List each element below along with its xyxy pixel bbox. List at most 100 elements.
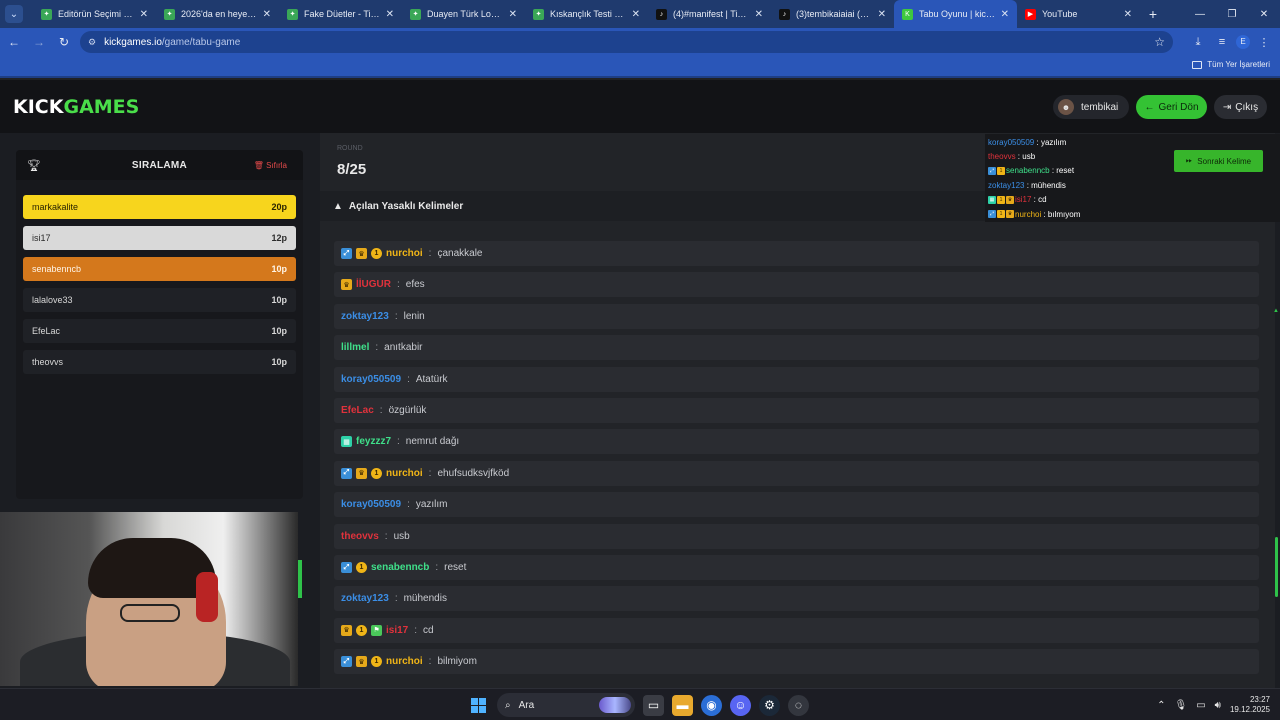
chat-text: çanakkale [437, 248, 483, 259]
chat-username[interactable]: zoktay123 [341, 593, 389, 604]
address-bar[interactable]: ⚙ kickgames.io/game/tabu-game ☆ [80, 31, 1173, 53]
overlay-separator: : [1034, 137, 1041, 147]
chat-separator: : [407, 373, 410, 385]
tab-title: 2026'da en heyecanlı [181, 9, 258, 19]
clock[interactable]: 23:27 19.12.2025 [1230, 695, 1270, 715]
app-icon[interactable]: ◌ [788, 694, 809, 716]
tab-close-icon[interactable]: ✕ [1124, 9, 1132, 20]
task-view-icon[interactable]: ▭ [643, 694, 664, 716]
chat-text: nemrut dağı [405, 436, 460, 448]
tab-close-icon[interactable]: ✕ [755, 9, 763, 20]
file-explorer-icon[interactable]: ▬ [672, 694, 693, 716]
player-points: 10p [271, 295, 287, 305]
chat-separator: : [394, 593, 398, 605]
kickgames-logo[interactable]: KICKGAMES [13, 96, 139, 118]
chat-username[interactable]: koray050509 [341, 374, 401, 385]
warning-icon: ▲ [333, 200, 343, 212]
minimize-icon[interactable]: — [1184, 9, 1216, 20]
verified-icon: ⤢ [341, 656, 352, 668]
menu-icon[interactable]: ⋮ [1254, 36, 1274, 49]
chat-message: ♛ İİUGUR: efes [334, 272, 1259, 298]
discord-icon[interactable]: ☺ [730, 694, 751, 716]
media-icon[interactable]: ≡ [1212, 36, 1232, 48]
display-icon[interactable]: ▭ [1196, 700, 1205, 711]
tab-close-icon[interactable]: ✕ [140, 9, 148, 20]
chrome-icon[interactable]: ◉ [701, 694, 722, 716]
overlay-separator: : [1049, 166, 1057, 176]
tab-close-icon[interactable]: ✕ [878, 9, 886, 20]
chat-username[interactable]: nurchoi [386, 248, 423, 259]
scrollbar-thumb[interactable] [1275, 537, 1278, 597]
chat-username[interactable]: theovvs [341, 531, 379, 542]
username: tembikai [1081, 101, 1119, 113]
tab-favicon-icon: K [902, 8, 913, 20]
chat-username[interactable]: lillmel [341, 342, 369, 353]
bookmark-star-icon[interactable]: ☆ [1154, 35, 1165, 49]
microphone-icon[interactable]: 🎙︎ [1174, 700, 1187, 711]
chat-username[interactable]: nurchoi [386, 656, 423, 667]
restore-icon[interactable]: ❐ [1216, 9, 1248, 20]
volume-icon[interactable]: 🔊︎ [1215, 700, 1221, 711]
chat-message: lillmel: anıtkabir [334, 335, 1259, 361]
browser-tab[interactable]: K Tabu Oyunu | kickgam ✕ [894, 0, 1017, 28]
player-name: isi17 [32, 233, 51, 243]
download-icon[interactable]: ⤓ [1188, 36, 1208, 49]
new-tab-icon[interactable]: + [1140, 6, 1166, 22]
browser-tab[interactable]: ▶ YouTube ✕ [1017, 0, 1140, 28]
leaderboard-row: lalalove33 10p [23, 288, 296, 312]
crown-badge-icon: ♛ [341, 279, 352, 291]
tab-favicon-icon: ✦ [41, 8, 52, 20]
browser-tab[interactable]: ♪ (4)#manifest | TikTok ✕ [648, 0, 771, 28]
coin-badge-icon: 1 [997, 210, 1005, 218]
chat-username[interactable]: İİUGUR [356, 279, 391, 290]
all-bookmarks-button[interactable]: Tüm Yer İşaretleri [1192, 60, 1270, 69]
chat-separator: : [407, 499, 410, 511]
player-points: 20p [271, 202, 287, 212]
tab-close-icon[interactable]: ✕ [263, 9, 271, 20]
chat-message: ⤢ 1 senabenncb: reset [334, 555, 1259, 580]
next-word-button[interactable]: ⏩︎ Sonraki Kelime [1174, 150, 1263, 172]
reset-button[interactable]: 🗑︎ Sıfırla [254, 161, 287, 170]
tab-close-icon[interactable]: ✕ [509, 9, 517, 20]
chat-message: ♛ 1 ⚑ isi17: cd [334, 617, 1259, 643]
tab-favicon-icon: ✦ [287, 8, 298, 20]
browser-toolbar: ← → ↻ ⚙ kickgames.io/game/tabu-game ☆ ⤓ … [0, 28, 1280, 56]
chat-separator: : [394, 310, 398, 322]
player-points: 10p [271, 326, 287, 336]
browser-tab[interactable]: ♪ (3)tembikaiaiai (@tem ✕ [771, 0, 894, 28]
site-info-icon[interactable]: ⚙ [88, 37, 96, 48]
chat-text: yazılım [415, 499, 448, 511]
browser-tab[interactable]: ✦ Fake Düetler - Tier Lis ✕ [279, 0, 402, 28]
chat-username[interactable]: feyzzz7 [356, 436, 391, 447]
browser-tab[interactable]: ✦ Duayen Türk Logoları ✕ [402, 0, 525, 28]
back-button-label: Geri Dön [1158, 101, 1199, 113]
close-window-icon[interactable]: ✕ [1248, 9, 1280, 20]
chat-username[interactable]: senabenncb [371, 562, 429, 573]
chat-username[interactable]: isi17 [386, 625, 408, 636]
chevron-up-icon[interactable]: ⌃ [1157, 700, 1165, 711]
user-chip[interactable]: ☻ tembikai [1053, 95, 1129, 119]
coin-badge-icon: 1 [356, 562, 367, 573]
forward-arrow-icon[interactable]: → [28, 35, 50, 49]
reload-icon[interactable]: ↻ [53, 35, 75, 49]
chat-username[interactable]: koray050509 [341, 499, 401, 510]
tab-close-icon[interactable]: ✕ [386, 9, 394, 20]
coin-badge-icon: 1 [997, 166, 1005, 175]
tab-close-icon[interactable]: ✕ [1001, 9, 1009, 20]
windows-start-icon[interactable] [468, 695, 489, 716]
tab-close-icon[interactable]: ✕ [632, 9, 640, 20]
browser-tab[interactable]: ✦ Editörün Seçimi - Tur ✕ [33, 0, 156, 28]
taskbar-search[interactable]: ⌕ Ara [497, 693, 635, 717]
chat-username[interactable]: EfeLac [341, 405, 374, 416]
profile-icon[interactable]: E [1236, 35, 1250, 49]
chat-username[interactable]: zoktay123 [341, 311, 389, 322]
steam-icon[interactable]: ⚙ [759, 694, 780, 716]
chat-username[interactable]: nurchoi [386, 468, 423, 479]
back-arrow-icon[interactable]: ← [3, 35, 25, 49]
browser-tab[interactable]: ✦ 2026'da en heyecanlı ✕ [156, 0, 279, 28]
logout-button[interactable]: ⇥ Çıkış [1214, 95, 1267, 119]
browser-tab[interactable]: ✦ Kıskançlık Testi #5 - T ✕ [525, 0, 648, 28]
back-button[interactable]: ← Geri Dön [1136, 95, 1207, 119]
tab-search-icon[interactable]: ⌄ [5, 5, 23, 23]
scroll-up-icon[interactable]: ▲ [1273, 308, 1279, 314]
